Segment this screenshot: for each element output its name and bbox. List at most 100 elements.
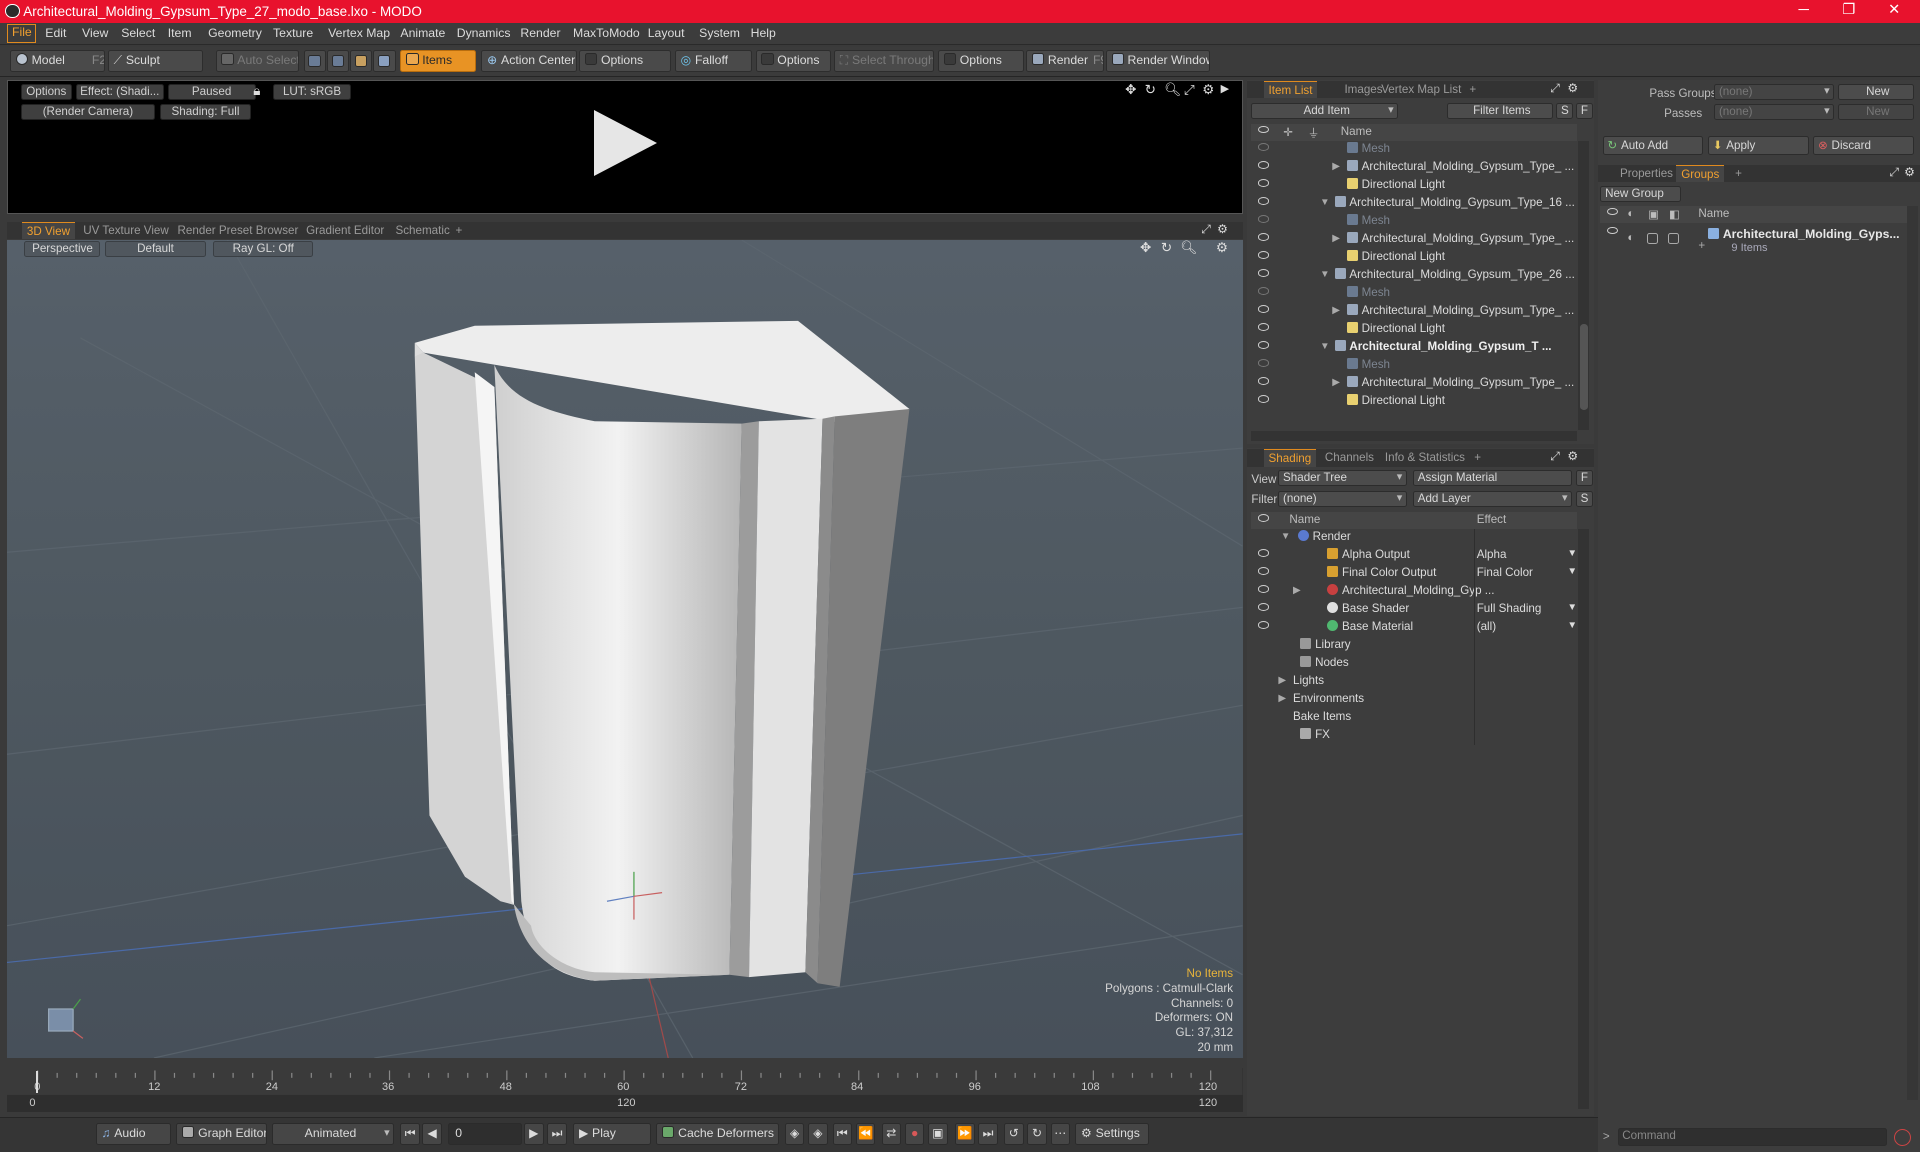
- record-icon[interactable]: ●: [904, 1122, 925, 1145]
- shader-tree-row[interactable]: Nodes: [1251, 654, 1577, 673]
- item-list-row[interactable]: Directional Light: [1251, 177, 1577, 195]
- prev-key-icon[interactable]: ⏮: [832, 1122, 853, 1145]
- passes-dropdown[interactable]: (none): [1714, 104, 1835, 120]
- frame-input[interactable]: 0: [448, 1122, 522, 1145]
- settings-button[interactable]: ⚙ Settings: [1075, 1122, 1149, 1145]
- effect-dropdown[interactable]: Full Shading: [1477, 602, 1575, 615]
- key-icon[interactable]: ◈: [808, 1122, 828, 1145]
- render-window-button[interactable]: Render Window: [1105, 50, 1210, 73]
- minimize-button[interactable]: ─: [1785, 1, 1822, 21]
- tab-gradient-editor[interactable]: Gradient Editor: [301, 222, 389, 239]
- filter-f-button[interactable]: F: [1575, 102, 1594, 119]
- view-dropdown[interactable]: Shader Tree: [1278, 470, 1407, 487]
- collapse-arrow-icon[interactable]: ▼: [1320, 197, 1330, 208]
- lock-icon[interactable]: 🔒︎: [253, 83, 260, 99]
- next-key-icon[interactable]: ⏭: [978, 1122, 998, 1145]
- add-layer-dropdown[interactable]: Add Layer: [1413, 491, 1573, 507]
- prev-frame-button[interactable]: ◀: [422, 1122, 443, 1145]
- key-icon[interactable]: ↺: [1004, 1122, 1024, 1145]
- menu-layout[interactable]: Layout: [648, 26, 685, 40]
- gear-icon[interactable]: ⚙: [1904, 165, 1915, 179]
- item-list-row[interactable]: Mesh: [1251, 213, 1577, 231]
- select-through-options-button[interactable]: Options: [937, 50, 1024, 73]
- edges-mode-button[interactable]: [326, 50, 349, 73]
- visibility-icon[interactable]: [1257, 323, 1269, 331]
- lut-dropdown[interactable]: LUT: sRGB: [272, 84, 352, 101]
- scroll-thumb[interactable]: [1579, 324, 1589, 411]
- shader-tree-row[interactable]: Alpha Output Alpha ▼: [1251, 546, 1577, 565]
- rotate-icon[interactable]: ↻: [1145, 82, 1156, 98]
- orientation-cube-icon[interactable]: [48, 998, 84, 1039]
- model-mode-button[interactable]: Model F2: [9, 50, 106, 73]
- menu-maxtomodo[interactable]: MaxToModo: [573, 26, 640, 40]
- visibility-icon[interactable]: [1257, 305, 1269, 313]
- expand-arrow-icon[interactable]: ▶: [1332, 377, 1340, 388]
- render-button[interactable]: RenderF9: [1026, 50, 1105, 73]
- menu-render[interactable]: Render: [520, 26, 560, 40]
- maximize-icon[interactable]: ⤢: [1550, 81, 1560, 96]
- visibility-icon[interactable]: [1257, 197, 1269, 205]
- visibility-icon[interactable]: [1257, 251, 1269, 259]
- maximize-icon[interactable]: ⤢: [1184, 82, 1195, 98]
- menu-help[interactable]: Help: [751, 26, 776, 40]
- preview-options-button[interactable]: Options: [20, 84, 72, 101]
- render-toggle-icon[interactable]: ◐: [1627, 231, 1634, 244]
- move-icon[interactable]: ✥: [1140, 240, 1151, 256]
- item-list-row[interactable]: Mesh: [1251, 357, 1577, 375]
- item-list-row[interactable]: ▼ Architectural_Molding_Gypsum_Type_26 ..…: [1251, 267, 1577, 285]
- tab-shading[interactable]: Shading: [1263, 449, 1317, 467]
- item-list-row[interactable]: ▶ Architectural_Molding_Gypsum_Type_ ...: [1251, 303, 1577, 321]
- materials-mode-button[interactable]: [373, 50, 396, 73]
- collapse-arrow-icon[interactable]: ▼: [1320, 341, 1330, 352]
- zoom-icon[interactable]: 🔍︎: [1180, 240, 1197, 256]
- prev-key-icon[interactable]: ⏪: [855, 1122, 876, 1145]
- tab-groups[interactable]: Groups: [1676, 165, 1725, 183]
- shader-tree-row[interactable]: ▶ Environments: [1251, 690, 1577, 709]
- key-icon[interactable]: ▣: [928, 1122, 948, 1145]
- menu-dynamics[interactable]: Dynamics: [457, 26, 511, 40]
- move-icon[interactable]: ✥: [1125, 82, 1136, 98]
- maximize-icon[interactable]: ⤢: [1201, 222, 1211, 237]
- visibility-icon[interactable]: [1606, 226, 1618, 234]
- item-list-row[interactable]: Directional Light: [1251, 393, 1577, 411]
- expand-arrow-icon[interactable]: ▶: [1278, 693, 1286, 704]
- visibility-icon[interactable]: [1257, 395, 1269, 403]
- shader-tree-row[interactable]: Base Shader Full Shading ▼: [1251, 600, 1577, 619]
- visibility-icon[interactable]: [1257, 161, 1269, 169]
- tab-render-preset-browser[interactable]: Render Preset Browser: [173, 222, 304, 239]
- raygl-dropdown[interactable]: Ray GL: Off: [213, 241, 314, 258]
- visibility-icon[interactable]: [1257, 287, 1269, 295]
- playhead[interactable]: [35, 1071, 38, 1094]
- effect-dropdown[interactable]: Final Color: [1477, 566, 1575, 579]
- auto-add-button[interactable]: ↻ Auto Add: [1602, 135, 1704, 156]
- visibility-icon[interactable]: [1257, 143, 1269, 151]
- first-frame-button[interactable]: ⏮: [400, 1122, 420, 1145]
- add-item-dropdown[interactable]: Add Item: [1251, 102, 1399, 119]
- group-row[interactable]: ◐ + Architectural_Molding_Gyps... 9 Item…: [1600, 224, 1907, 259]
- expand-arrow-icon[interactable]: ▶: [1332, 233, 1340, 244]
- key-icon[interactable]: ◈: [784, 1122, 805, 1145]
- dropdown-arrow-icon[interactable]: ▼: [1567, 620, 1577, 631]
- expand-arrow-icon[interactable]: ▶: [1332, 161, 1340, 172]
- items-mode-button[interactable]: Items: [400, 50, 477, 73]
- tab-item-list[interactable]: Item List: [1263, 80, 1318, 98]
- apply-button[interactable]: ⬇ Apply: [1708, 135, 1809, 156]
- timeline[interactable]: 0 12 24 36 48 60 72 84 96 108 120 0 120 …: [7, 1067, 1243, 1112]
- perspective-dropdown[interactable]: Perspective: [24, 241, 101, 258]
- menu-item[interactable]: Item: [168, 26, 192, 40]
- tab-properties[interactable]: Properties: [1615, 165, 1678, 182]
- visibility-icon[interactable]: [1257, 621, 1269, 629]
- maximize-icon[interactable]: ⤢: [1550, 449, 1560, 464]
- sculpt-mode-button[interactable]: ⟋ Sculpt: [107, 50, 204, 73]
- key-icon[interactable]: ↻: [1027, 1122, 1047, 1145]
- item-list-row[interactable]: ▼ Architectural_Molding_Gypsum_T ...: [1251, 339, 1577, 357]
- preview-paused-button[interactable]: Paused: [167, 84, 256, 101]
- expand-arrow-icon[interactable]: ▶: [1332, 305, 1340, 316]
- visibility-icon[interactable]: [1257, 585, 1269, 593]
- command-history-icon[interactable]: [1894, 1128, 1912, 1147]
- shader-tree-row[interactable]: Bake Items: [1251, 708, 1577, 727]
- falloff-button[interactable]: ◎ Falloff: [674, 50, 752, 73]
- assign-material-button[interactable]: Assign Material: [1413, 470, 1573, 487]
- camera-dropdown[interactable]: (Render Camera): [20, 103, 156, 120]
- 3d-viewport[interactable]: Perspective Default Ray GL: Off ✥ ↻ 🔍︎ ⚙…: [7, 240, 1243, 1058]
